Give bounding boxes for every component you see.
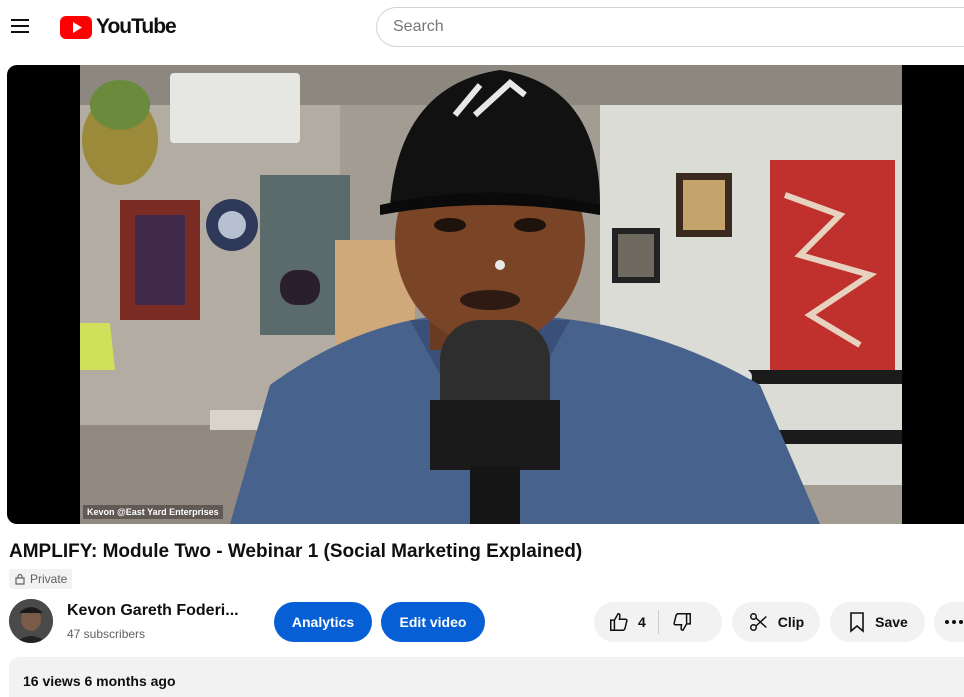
thumbs-up-icon bbox=[610, 613, 628, 631]
avatar-image bbox=[9, 599, 53, 643]
clip-button[interactable]: Clip bbox=[732, 602, 820, 642]
channel-avatar[interactable] bbox=[9, 599, 53, 643]
youtube-play-icon bbox=[60, 15, 92, 39]
video-caption-overlay: Kevon @East Yard Enterprises bbox=[83, 505, 223, 519]
save-label: Save bbox=[875, 614, 908, 630]
clip-label: Clip bbox=[777, 614, 805, 630]
subscriber-count: 47 subscribers bbox=[67, 627, 146, 641]
dislike-button[interactable] bbox=[659, 602, 709, 642]
search-input[interactable] bbox=[376, 7, 964, 47]
thumbs-down-icon bbox=[673, 613, 691, 631]
scissors-icon bbox=[749, 613, 767, 631]
like-button[interactable]: 4 bbox=[594, 602, 658, 642]
video-title: AMPLIFY: Module Two - Webinar 1 (Social … bbox=[9, 541, 583, 562]
edit-video-button[interactable]: Edit video bbox=[381, 602, 485, 642]
more-horizontal-icon bbox=[945, 620, 963, 624]
bookmark-icon bbox=[850, 612, 864, 633]
analytics-button[interactable]: Analytics bbox=[274, 602, 372, 642]
logo-text: YouTube bbox=[96, 15, 177, 38]
like-count: 4 bbox=[638, 614, 646, 630]
description-box[interactable]: 16 views 6 months ago bbox=[9, 657, 964, 697]
masthead: YouTube bbox=[0, 0, 964, 56]
more-actions-button[interactable] bbox=[934, 602, 964, 642]
youtube-logo[interactable]: YouTube bbox=[60, 14, 177, 40]
save-button[interactable]: Save bbox=[830, 602, 925, 642]
menu-icon[interactable] bbox=[8, 14, 34, 40]
channel-name[interactable]: Kevon Gareth Foderi... bbox=[67, 602, 239, 620]
privacy-label: Private bbox=[30, 572, 68, 586]
privacy-badge: Private bbox=[9, 569, 73, 589]
video-frame bbox=[80, 65, 902, 524]
lock-icon bbox=[15, 573, 25, 585]
like-dislike-group: 4 bbox=[594, 602, 722, 642]
video-player[interactable]: Kevon @East Yard Enterprises bbox=[7, 65, 964, 524]
